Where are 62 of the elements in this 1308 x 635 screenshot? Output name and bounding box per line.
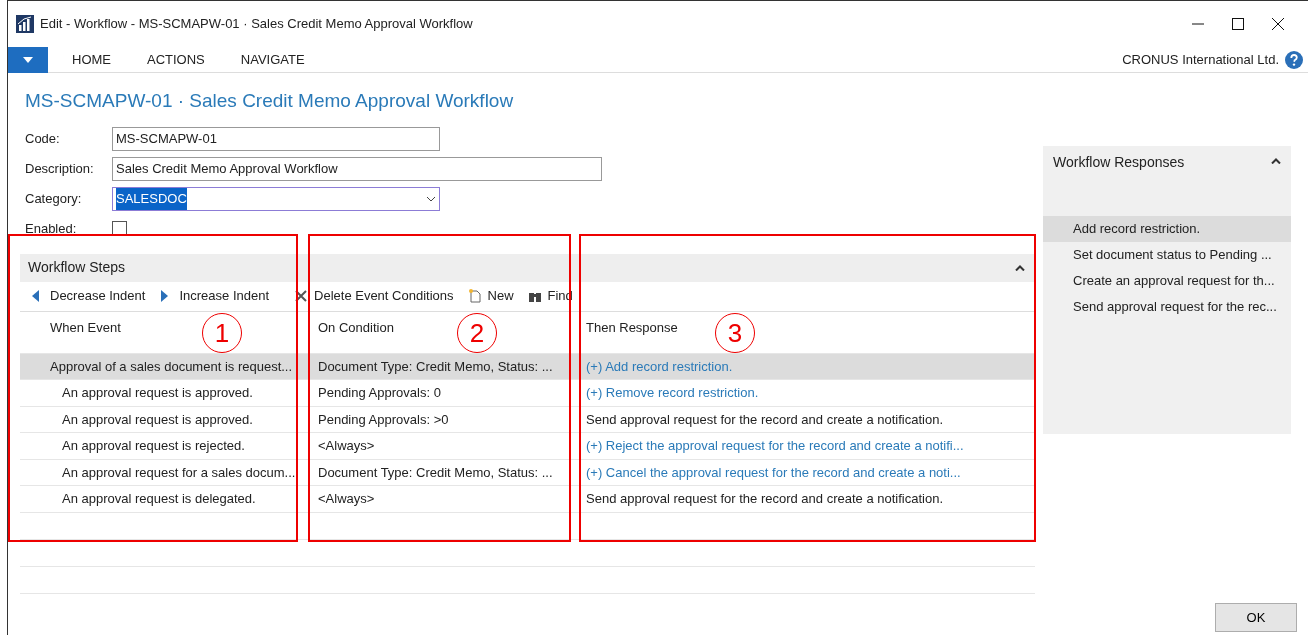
company-name: CRONUS International Ltd. xyxy=(1122,50,1279,69)
text-field[interactable]: Sales Credit Memo Approval Workflow xyxy=(112,156,602,181)
checkbox[interactable] xyxy=(112,221,127,236)
chevron-down-icon xyxy=(426,195,436,202)
table-cell: Document Type: Credit Memo, Status: ... xyxy=(318,464,553,480)
toolbar-button[interactable]: Decrease Indent xyxy=(26,286,150,306)
text-field[interactable]: MS-SCMAPW-01 xyxy=(112,126,440,151)
maximize-icon[interactable] xyxy=(1231,17,1245,31)
column-header: When Event xyxy=(50,319,121,335)
ok-button[interactable]: OK xyxy=(1215,603,1297,632)
cross-icon xyxy=(294,289,309,303)
list-item[interactable]: Set document status to Pending ... xyxy=(1043,241,1291,268)
new-document-icon xyxy=(467,289,482,303)
dropdown-field[interactable]: SALESDOC xyxy=(112,186,440,211)
panel-title: Workflow Responses xyxy=(1053,152,1185,172)
table-row[interactable]: An approval request is approved. Pending Approvals: >0 Send approval request for the record and create a notification. xyxy=(20,406,1035,433)
collapse-icon[interactable] xyxy=(1015,264,1025,271)
table-cell: An approval request is rejected. xyxy=(62,438,245,453)
table-row[interactable]: An approval request for a sales docum... Document Type: Credit Memo, Status: ... (+) Cancel the approval request for the record and create a noti... xyxy=(20,459,1035,486)
panel-title: Workflow Steps xyxy=(28,258,125,277)
field-label: Category: xyxy=(24,189,83,208)
table-cell: An approval request is approved. xyxy=(62,411,253,427)
app-chart-icon xyxy=(16,15,34,33)
toolbar-button[interactable]: Delete Event Conditions xyxy=(290,286,458,306)
table-cell: An approval request is approved. xyxy=(62,385,253,400)
table-cell: <Always> xyxy=(318,491,375,506)
table-row[interactable]: An approval request is delegated. <Always> Send approval request for the record and create a notification. xyxy=(20,486,1035,513)
table-cell: An approval request is delegated. xyxy=(62,491,256,506)
table-row[interactable]: An approval request is approved. Pending Approvals: 0 (+) Remove record restriction. xyxy=(20,380,1035,407)
field-label: Description: xyxy=(24,159,95,178)
menu-dropdown-button[interactable] xyxy=(8,46,48,73)
window-title: Edit - Workflow - MS-SCMAPW-01 · Sales Credit Memo Approval Workflow xyxy=(40,15,473,34)
list-item[interactable]: Create an approval request for th... xyxy=(1043,267,1291,294)
table-row[interactable]: An approval request is rejected. <Always> (+) Reject the approval request for the record and create a notifi... xyxy=(20,433,1035,460)
ribbon-tab[interactable]: NAVIGATE xyxy=(226,49,319,70)
response-link[interactable]: (+) Reject the approval request for the record and create a notifi... xyxy=(586,438,964,453)
table-cell: An approval request for a sales docum... xyxy=(62,464,296,480)
help-icon[interactable] xyxy=(1285,50,1303,69)
ribbon-tab[interactable]: ACTIONS xyxy=(133,49,219,70)
table-row[interactable]: Approval of a sales document is request... Document Type: Credit Memo, Status: ... (+) Add record restriction. xyxy=(20,353,1035,380)
toolbar-button[interactable]: New xyxy=(463,286,518,306)
page-title: MS-SCMAPW-01 · Sales Credit Memo Approval Workflow xyxy=(25,89,515,113)
table-cell: Pending Approvals: 0 xyxy=(318,385,441,400)
list-item[interactable]: Add record restriction. xyxy=(1043,215,1291,242)
column-header: On Condition xyxy=(318,319,394,335)
column-header: Then Response xyxy=(586,319,678,335)
caret-icon xyxy=(23,56,33,63)
response-link[interactable]: (+) Cancel the approval request for the record and create a noti... xyxy=(586,464,961,480)
table-cell: Send approval request for the record and create a notification. xyxy=(586,411,943,427)
table-cell: Pending Approvals: >0 xyxy=(318,411,449,427)
field-label: Code: xyxy=(24,129,61,148)
close-icon[interactable] xyxy=(1271,17,1285,31)
table-cell: Document Type: Credit Memo, Status: ... xyxy=(318,358,553,374)
table-cell: Approval of a sales document is request... xyxy=(50,358,293,374)
table-cell: Send approval request for the record and create a notification. xyxy=(586,491,943,506)
list-item[interactable]: Send approval request for the rec... xyxy=(1043,293,1291,320)
response-link[interactable]: (+) Remove record restriction. xyxy=(586,385,759,400)
field-label: Enabled: xyxy=(24,219,78,238)
collapse-icon[interactable] xyxy=(1271,157,1281,164)
toolbar-button[interactable]: Increase Indent xyxy=(155,286,274,306)
ribbon-tab[interactable]: HOME xyxy=(58,49,125,70)
table-cell: <Always> xyxy=(318,438,375,453)
